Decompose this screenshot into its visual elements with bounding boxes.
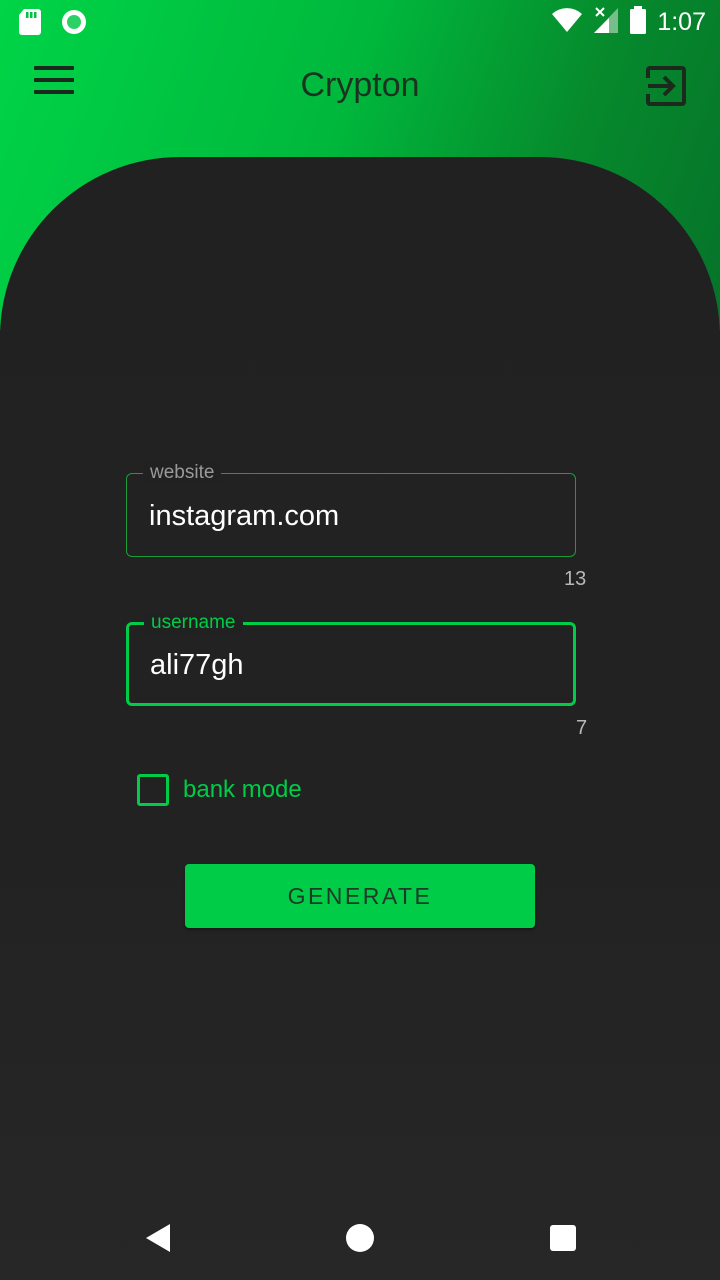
website-char-counter: 13 [564, 568, 587, 590]
bank-mode-checkbox-row[interactable]: bank mode [137, 774, 302, 806]
home-icon[interactable] [346, 1224, 374, 1252]
website-field[interactable]: website instagram.com [126, 462, 576, 557]
app-title: Crypton [300, 66, 420, 104]
battery-icon [629, 6, 647, 39]
system-navigation-bar [0, 1198, 720, 1280]
wifi-icon [551, 7, 583, 38]
status-bar: 1:07 [0, 0, 720, 44]
bank-mode-checkbox[interactable] [137, 774, 169, 806]
username-field-value[interactable]: ali77gh [150, 649, 244, 682]
signal-icon [593, 6, 619, 39]
website-field-label: website [143, 462, 222, 484]
recents-icon[interactable] [550, 1225, 576, 1251]
website-field-value[interactable]: instagram.com [149, 500, 339, 533]
notification-dot-icon [60, 8, 88, 41]
username-field[interactable]: username ali77gh [126, 612, 576, 706]
username-char-counter: 7 [576, 717, 588, 739]
exit-icon[interactable] [644, 64, 690, 110]
status-clock: 1:07 [657, 8, 706, 36]
toolbar: Crypton [0, 48, 720, 122]
back-icon[interactable] [144, 1222, 172, 1259]
username-field-label: username [144, 612, 243, 634]
sd-card-icon [18, 8, 42, 41]
bank-mode-label: bank mode [183, 776, 302, 803]
main-card [0, 157, 720, 1280]
generate-button[interactable]: GENERATE [185, 864, 535, 928]
